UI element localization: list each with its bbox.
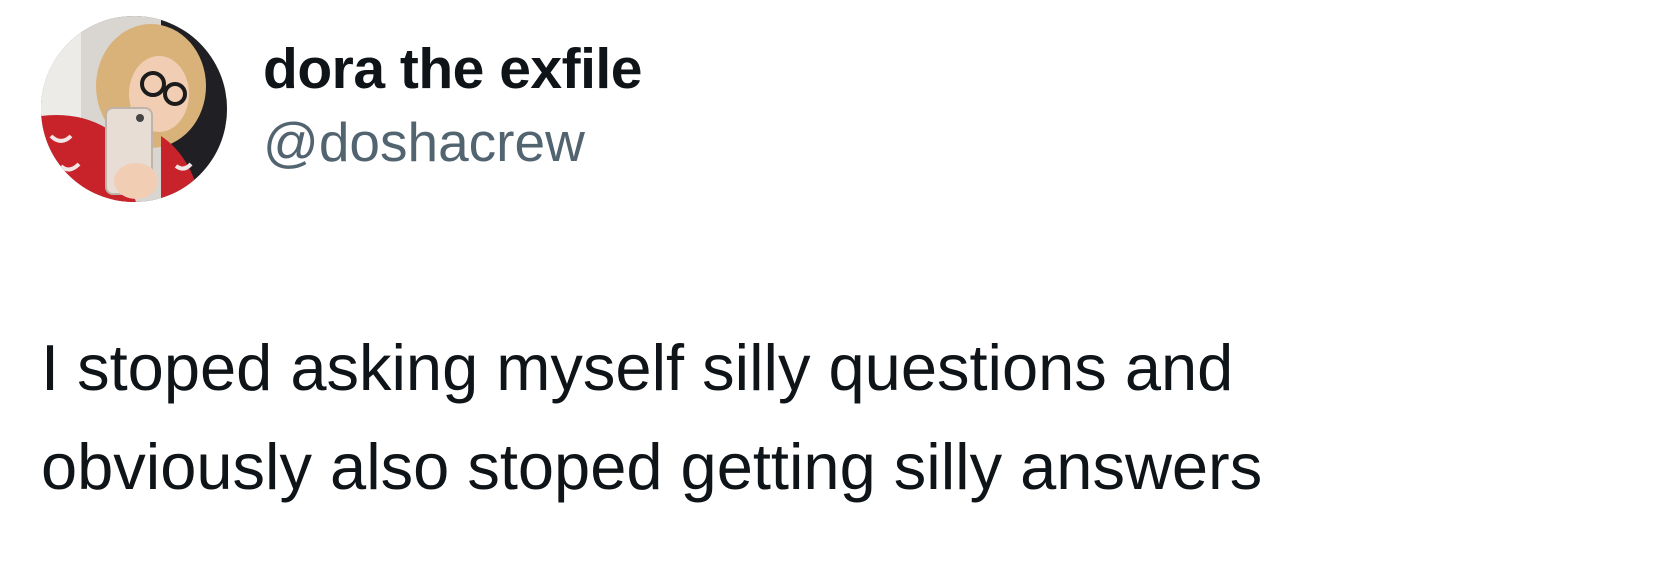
tweet-text: I stoped asking myself silly questions a… [41,318,1641,516]
tweet-card: dora the exfile @doshacrew I stoped aski… [0,0,1680,584]
author-display-name[interactable]: dora the exfile [263,36,642,102]
profile-photo-icon [41,16,227,202]
tweet-text-line: obviously also stoped getting silly answ… [41,430,1263,503]
tweet-text-line: I stoped asking myself silly questions a… [41,331,1234,404]
author-handle[interactable]: @doshacrew [263,110,642,174]
author-block: dora the exfile @doshacrew [263,36,642,174]
avatar[interactable] [41,16,227,202]
